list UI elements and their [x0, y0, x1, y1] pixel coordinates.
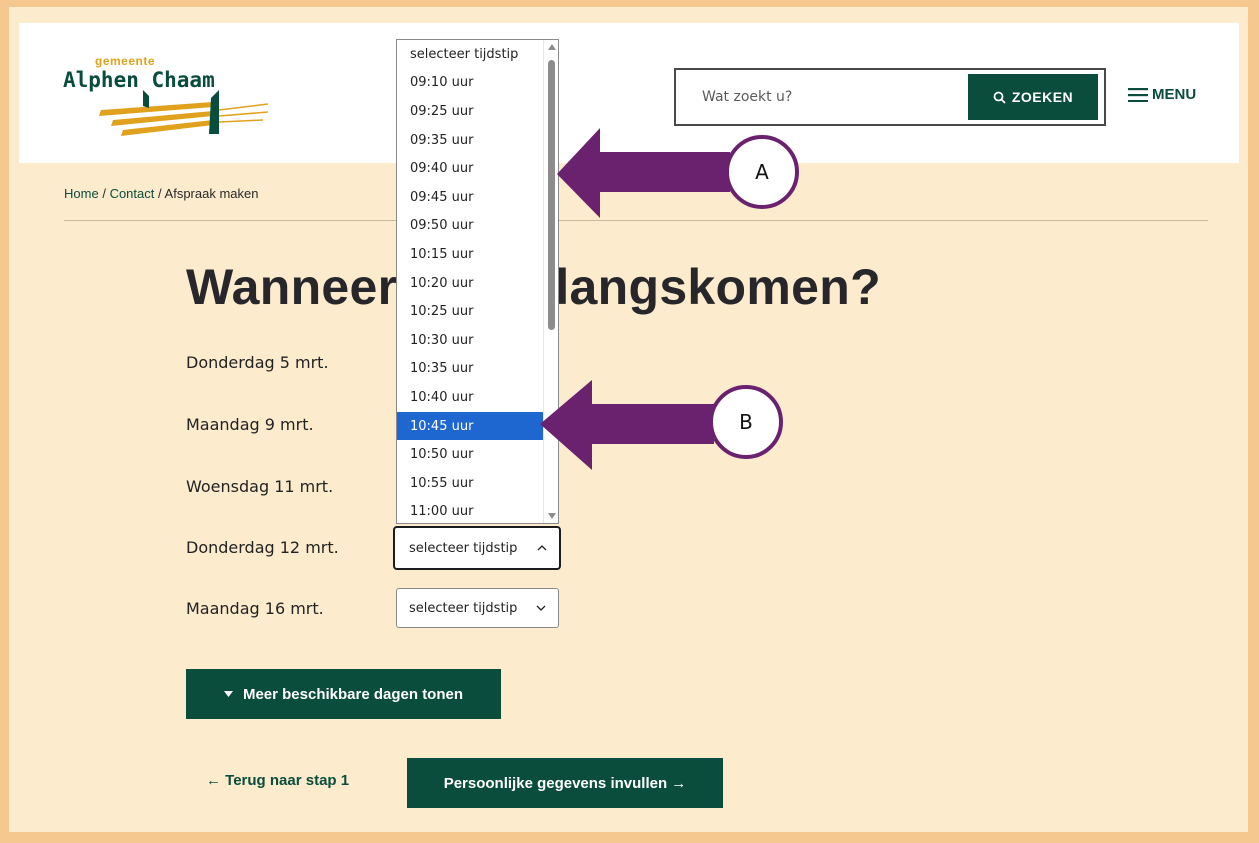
dropdown-option[interactable]: 11:00 uur [397, 498, 543, 524]
day-label: Donderdag 12 mrt. [186, 538, 339, 557]
dropdown-option[interactable]: 09:25 uur [397, 97, 543, 126]
day-label: Woensdag 11 mrt. [186, 477, 334, 496]
breadcrumb: Home / Contact / Afspraak maken [64, 186, 258, 201]
back-link[interactable]: ← Terug naar stap 1 [206, 772, 349, 789]
dropdown-option[interactable]: 10:40 uur [397, 383, 543, 412]
search-input[interactable] [678, 72, 968, 122]
dropdown-option[interactable]: 10:50 uur [397, 440, 543, 469]
scroll-down-icon[interactable] [548, 513, 556, 519]
next-step-button[interactable]: Persoonlijke gegevens invullen → [407, 758, 723, 808]
scrollbar[interactable] [543, 40, 558, 523]
logo-subtitle: gemeente [95, 54, 156, 68]
hamburger-icon [1128, 87, 1148, 102]
dropdown-option[interactable]: 09:50 uur [397, 212, 543, 241]
breadcrumb-separator: / [158, 186, 162, 201]
dropdown-option[interactable]: 10:30 uur [397, 326, 543, 355]
dropdown-option[interactable]: 10:20 uur [397, 269, 543, 298]
caret-down-icon [223, 691, 233, 697]
more-days-button[interactable]: Meer beschikbare dagen tonen [186, 669, 501, 719]
dropdown-option[interactable]: 09:10 uur [397, 69, 543, 98]
chevron-up-icon [537, 545, 547, 551]
time-dropdown-list[interactable]: selecteer tijdstip 09:10 uur 09:25 uur 09:3… [396, 39, 559, 524]
dropdown-option[interactable]: 10:25 uur [397, 297, 543, 326]
menu-label: MENU [1152, 86, 1197, 103]
day-label: Donderdag 5 mrt. [186, 353, 329, 372]
dropdown-option[interactable]: 09:35 uur [397, 126, 543, 155]
select-value: selecteer tijdstip [409, 540, 518, 556]
search-icon [993, 91, 1006, 104]
search-bar: ZOEKEN [674, 68, 1106, 126]
more-days-label: Meer beschikbare dagen tonen [242, 685, 464, 703]
breadcrumb-contact[interactable]: Contact [110, 186, 155, 201]
dropdown-option[interactable]: 09:45 uur [397, 183, 543, 212]
dropdown-option[interactable]: 10:45 uur [397, 411, 543, 441]
dropdown-option[interactable]: selecteer tijdstip [397, 40, 543, 69]
time-select[interactable]: selecteer tijdstip [396, 588, 559, 628]
dropdown-option[interactable]: 10:15 uur [397, 240, 543, 269]
time-select-open[interactable]: selecteer tijdstip [393, 526, 561, 570]
scroll-up-icon[interactable] [548, 44, 556, 50]
day-label: Maandag 16 mrt. [186, 599, 324, 618]
callout-b: B [709, 385, 783, 459]
search-button-label: ZOEKEN [1011, 89, 1074, 105]
logo-title: Alphen Chaam [63, 68, 215, 92]
dropdown-option[interactable]: 10:35 uur [397, 355, 543, 384]
dropdown-option[interactable]: 09:40 uur [397, 154, 543, 183]
breadcrumb-home[interactable]: Home [64, 186, 99, 201]
scrollbar-thumb[interactable] [548, 60, 555, 330]
dropdown-option[interactable]: 10:55 uur [397, 469, 543, 498]
select-value: selecteer tijdstip [409, 600, 518, 616]
breadcrumb-separator: / [102, 186, 106, 201]
day-label: Maandag 9 mrt. [186, 415, 314, 434]
breadcrumb-current: Afspraak maken [164, 186, 259, 201]
logo-stripes-icon [99, 90, 269, 136]
divider [64, 220, 1208, 221]
chevron-down-icon [536, 605, 546, 611]
search-button[interactable]: ZOEKEN [968, 74, 1098, 120]
municipality-logo[interactable]: gemeente Alphen Chaam [63, 54, 273, 144]
menu-button[interactable]: MENU [1128, 86, 1196, 103]
callout-a: A [725, 135, 799, 209]
